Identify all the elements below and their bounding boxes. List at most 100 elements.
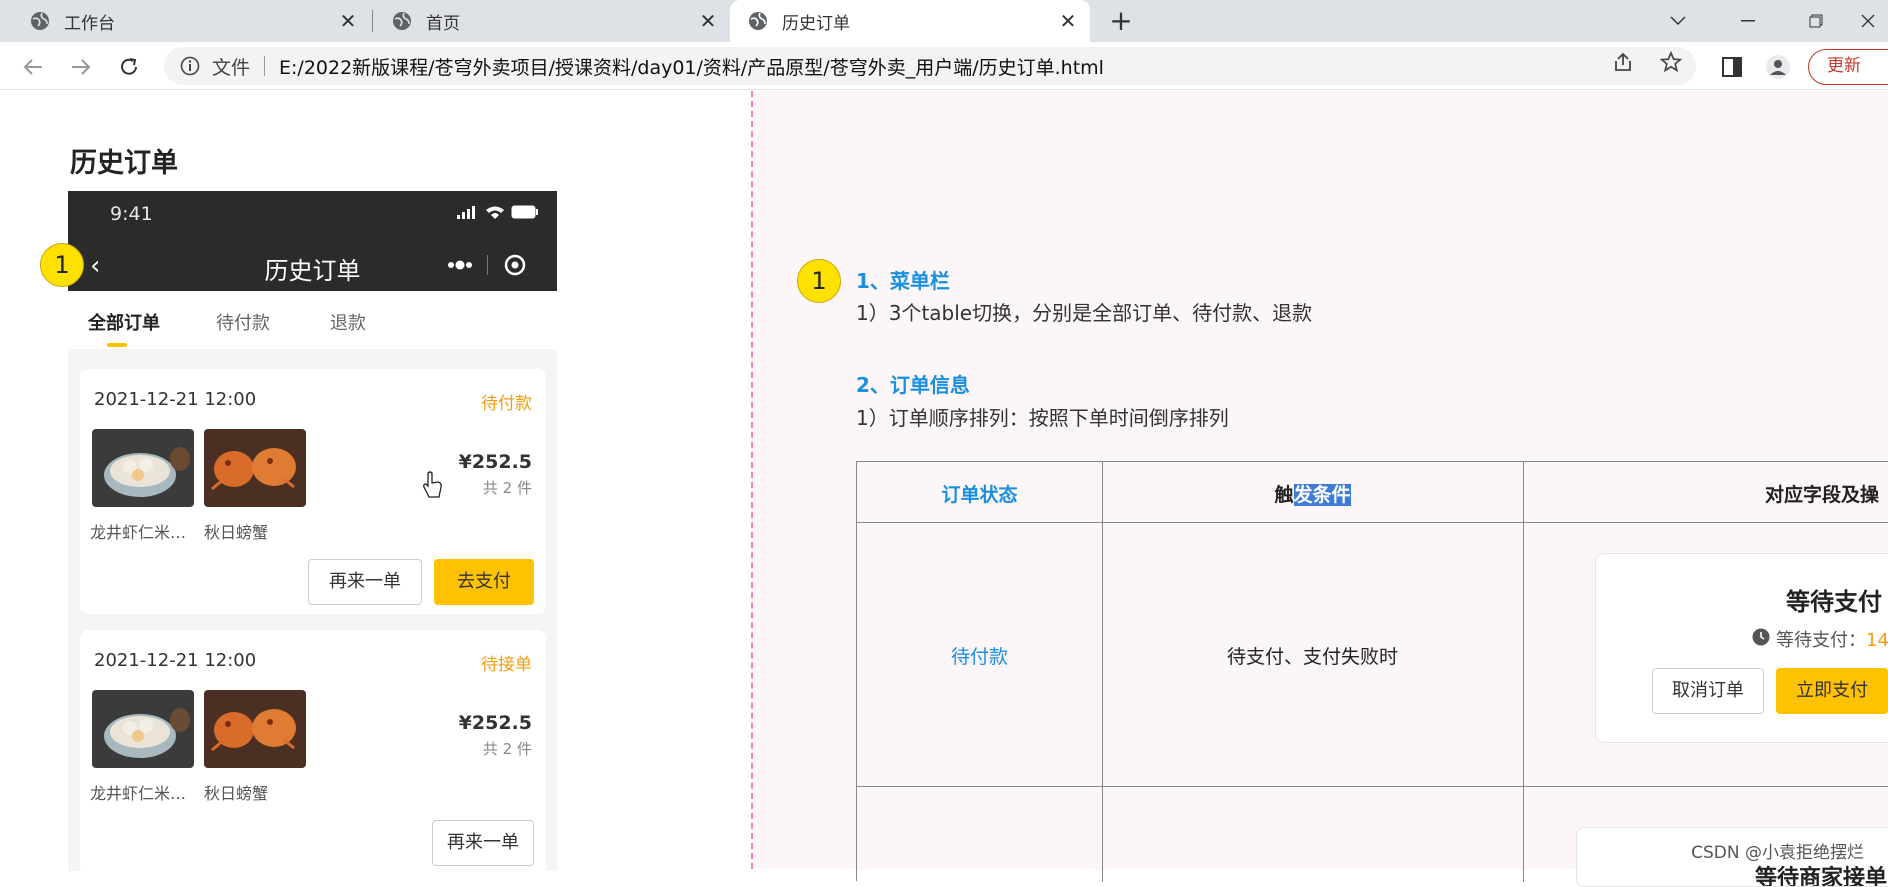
table-cell-condition: 待支付、支付失败时 xyxy=(1226,646,1398,668)
reorder-button[interactable]: 再来一单 xyxy=(308,559,422,605)
annotation-badge: 1 xyxy=(40,243,84,287)
order-date: 2021-12-21 12:00 xyxy=(94,389,257,410)
dish-image xyxy=(204,690,306,768)
countdown-label: 等待支付： xyxy=(1776,630,1866,651)
close-icon[interactable]: ✕ xyxy=(1056,9,1080,33)
signal-icon xyxy=(457,206,475,219)
section-title: 1、菜单栏 xyxy=(856,269,950,293)
pay-button[interactable]: 去支付 xyxy=(434,559,534,605)
tab-search-button[interactable] xyxy=(1650,0,1706,42)
dish-name: 龙井虾仁米… xyxy=(90,784,187,803)
back-button[interactable] xyxy=(18,52,48,82)
preview-title: 等待支付 xyxy=(1786,588,1882,616)
dish-name: 秋日螃蟹 xyxy=(204,523,269,542)
table-divider xyxy=(1102,462,1103,882)
table-cell-status: 待付款 xyxy=(950,646,1008,668)
close-icon xyxy=(1861,14,1875,28)
cancel-order-button[interactable]: 取消订单 xyxy=(1652,668,1764,714)
section-text: 1）订单顺序排列：按照下单时间倒序排列 xyxy=(856,406,1229,430)
order-status: 待付款 xyxy=(481,394,532,414)
annotation-badge: 1 xyxy=(797,259,841,303)
forward-button[interactable] xyxy=(66,52,96,82)
page-title: 历史订单 xyxy=(70,148,178,179)
reorder-button[interactable]: 再来一单 xyxy=(432,820,534,866)
countdown-value: 14: xyxy=(1866,630,1888,651)
globe-icon xyxy=(393,12,411,30)
phone-header: 9:41 ‹ 历史订单 xyxy=(68,191,557,291)
star-icon[interactable] xyxy=(1660,51,1682,73)
item-count: 共 2 件 xyxy=(482,740,532,758)
table-header: 对应字段及操 xyxy=(1765,484,1880,506)
status-time: 9:41 xyxy=(110,203,153,225)
table-header-text: 触 xyxy=(1274,484,1294,506)
order-card[interactable]: 2021-12-21 12:00 待接单 龙井虾仁米… 秋日螃蟹 ¥252.5 … xyxy=(80,630,546,871)
globe-icon xyxy=(31,12,49,30)
watermark-text: CSDN @小袁拒绝摆烂 xyxy=(1691,843,1864,863)
address-bar[interactable]: 文件 E:/2022新版课程/苍穹外卖项目/授课资料/day01/资料/产品原型… xyxy=(164,47,1696,85)
preview-title: 等待商家接单 xyxy=(1755,866,1888,887)
dish-image xyxy=(92,690,194,768)
restore-icon xyxy=(1809,14,1823,28)
preview-countdown: 等待支付：14: xyxy=(1776,626,1888,652)
battery-icon xyxy=(511,205,538,219)
tab-pending-payment[interactable]: 待付款 xyxy=(216,309,270,335)
dish-name: 龙井虾仁米… xyxy=(90,523,187,542)
page-content: 历史订单 9:41 ‹ 历史订单 全部订单 待付款 退款 2021-12-21 … xyxy=(0,91,1888,887)
wifi-icon xyxy=(486,206,504,219)
section-title: 2、订单信息 xyxy=(856,373,970,397)
arrow-left-icon xyxy=(23,59,42,75)
order-tabs: 全部订单 待付款 退款 xyxy=(68,291,557,349)
new-tab-button[interactable]: + xyxy=(1108,7,1134,35)
url-text: E:/2022新版课程/苍穹外卖项目/授课资料/day01/资料/产品原型/苍穹… xyxy=(279,56,1104,79)
table-divider xyxy=(857,786,1888,787)
order-status: 待接单 xyxy=(481,655,532,675)
phone-prototype: 9:41 ‹ 历史订单 全部订单 待付款 退款 2021-12-21 12:00… xyxy=(68,191,557,871)
browser-tab-workbench[interactable]: 工作台 ✕ xyxy=(0,0,370,42)
cursor-hand-icon xyxy=(423,471,442,498)
tab-title: 历史订单 xyxy=(782,13,850,34)
minimize-button[interactable] xyxy=(1720,0,1776,42)
reload-button[interactable] xyxy=(114,52,144,82)
mini-program-capsule[interactable] xyxy=(433,245,543,285)
active-tab-indicator xyxy=(107,343,127,347)
update-button[interactable]: 更新 xyxy=(1808,49,1888,85)
payment-preview-card: 等待支付 等待支付：14: 取消订单 立即支付 xyxy=(1595,553,1888,743)
table-divider xyxy=(857,522,1888,523)
order-price: ¥252.5 xyxy=(458,712,532,734)
minimize-icon xyxy=(1741,20,1755,22)
globe-icon xyxy=(749,12,767,30)
order-price: ¥252.5 xyxy=(458,451,532,473)
item-count: 共 2 件 xyxy=(482,479,532,497)
tab-title: 工作台 xyxy=(64,13,115,34)
order-card[interactable]: 2021-12-21 12:00 待付款 龙井虾仁米… 秋日螃蟹 ¥252.5 … xyxy=(80,369,546,614)
share-icon[interactable] xyxy=(1612,51,1634,73)
close-icon[interactable]: ✕ xyxy=(336,9,360,33)
tab-separator xyxy=(372,10,373,32)
divider xyxy=(751,91,753,869)
arrow-right-icon xyxy=(72,59,91,75)
section-text: 1）3个table切换，分别是全部订单、待付款、退款 xyxy=(856,301,1313,325)
dish-image xyxy=(92,429,194,507)
reload-icon xyxy=(121,58,137,75)
window-close-button[interactable] xyxy=(1840,0,1888,42)
selected-text: 发条件 xyxy=(1293,484,1351,506)
more-and-close-icon xyxy=(448,254,526,276)
tab-strip: 工作台 ✕ 首页 ✕ 历史订单 ✕ + xyxy=(0,0,1888,42)
table-header: 触发条件 xyxy=(1102,480,1523,507)
close-icon[interactable]: ✕ xyxy=(696,9,720,33)
clock-icon xyxy=(1752,628,1770,646)
tab-refund[interactable]: 退款 xyxy=(330,309,366,335)
tab-title: 首页 xyxy=(426,13,460,34)
status-icons xyxy=(457,205,539,219)
profile-avatar-icon[interactable] xyxy=(1766,55,1790,79)
table-header: 订单状态 xyxy=(941,484,1018,506)
pay-now-button[interactable]: 立即支付 xyxy=(1776,668,1888,714)
order-date: 2021-12-21 12:00 xyxy=(94,650,257,671)
browser-tab-home[interactable]: 首页 ✕ xyxy=(374,0,730,42)
tab-all-orders[interactable]: 全部订单 xyxy=(88,309,160,335)
sidebar-icon[interactable] xyxy=(1720,55,1744,79)
browser-tab-history[interactable]: 历史订单 ✕ xyxy=(730,0,1090,42)
info-icon xyxy=(180,56,200,76)
restore-button[interactable] xyxy=(1788,0,1844,42)
chevron-down-icon xyxy=(1670,16,1686,26)
